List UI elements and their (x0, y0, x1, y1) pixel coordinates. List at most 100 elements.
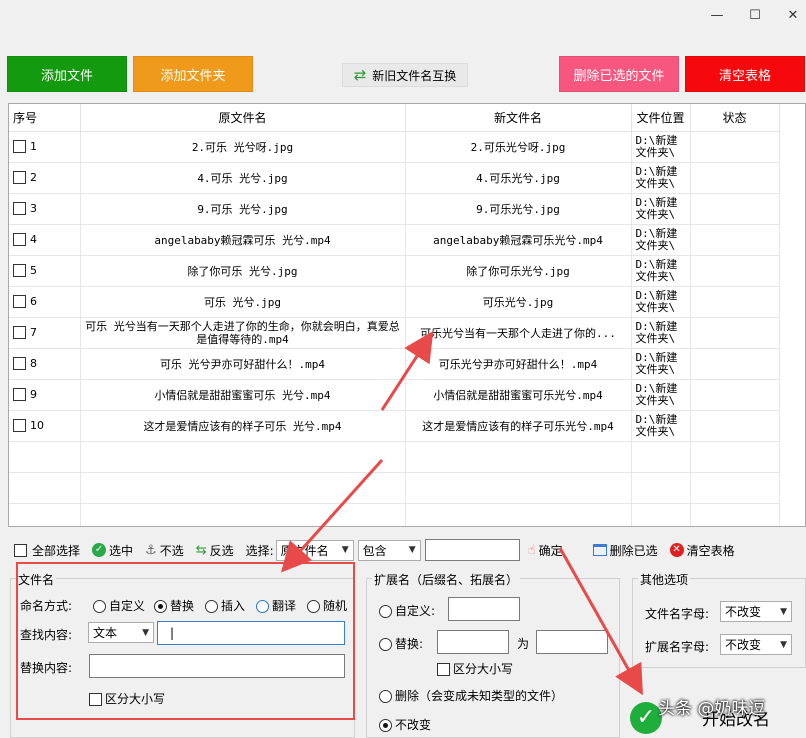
confirm-label: 确定 (538, 543, 563, 558)
header-status[interactable]: 状态 (690, 104, 780, 132)
maximize-button[interactable]: ☐ (740, 6, 770, 26)
filename-letter-case-select[interactable]: 不改变 ▼ (720, 601, 792, 622)
row-seq-cell[interactable]: 7 (9, 317, 81, 349)
select-all-checkbox[interactable]: 全部选择 (14, 542, 80, 559)
select-button[interactable]: ✓ 选中 (92, 542, 133, 559)
status-cell (690, 131, 780, 163)
ext-delete-radio[interactable]: 删除（会变成未知类型的文件） (379, 687, 563, 704)
table-row[interactable]: 2 4.可乐 光兮.jpg 4.可乐光兮.jpg D:\新建 文件夹\ (9, 162, 780, 194)
swap-names-button[interactable]: ⇄ 新旧文件名互换 (342, 63, 468, 87)
new-name-cell: 除了你可乐光兮.jpg (405, 255, 632, 287)
select-label: 选中 (109, 543, 134, 558)
new-name-cell: 小情侣就是甜甜蜜蜜可乐光兮.mp4 (405, 379, 632, 411)
radio-icon (379, 690, 392, 703)
deselect-button[interactable]: ⚓ 不选 (145, 542, 184, 559)
ext-custom-input[interactable] (448, 597, 520, 621)
location-line-1: D:\新建 (635, 195, 678, 209)
row-checkbox[interactable] (13, 326, 26, 340)
row-seq-cell[interactable]: 10 (9, 410, 81, 442)
other-options-title: 其他选项 (638, 571, 691, 588)
file-table[interactable]: 序号 原文件名 新文件名 文件位置 状态 1 2.可乐 光兮呀.jpg 2.可乐光兮… (8, 103, 806, 527)
row-seq: 2 (30, 170, 37, 184)
minimize-button[interactable]: — (702, 6, 732, 26)
row-seq: 8 (30, 356, 37, 370)
row-checkbox[interactable] (13, 419, 26, 433)
row-checkbox[interactable] (13, 171, 26, 185)
ext-letter-case-value: 不改变 (725, 638, 762, 652)
choose-label: 选择: (245, 543, 274, 558)
field-select[interactable]: 原文件名 ▼ (275, 539, 354, 561)
ext-custom-radio[interactable]: 自定义: (379, 602, 435, 619)
location-cell: D:\新建 文件夹\ (631, 193, 691, 225)
row-seq-cell[interactable]: 4 (9, 224, 81, 256)
selection-toolbar: 全部选择 ✓ 选中 ⚓ 不选 ⇆ 反选 选择: 原文件名 ▼ 包含 ▼ ☝ 确定 删… (8, 538, 735, 562)
add-folder-button[interactable]: 添加文件夹 (133, 56, 253, 92)
table-row[interactable]: 10 这才是爱情应该有的样子可乐 光兮.mp4 这才是爱情应该有的样子可乐光兮.mp… (9, 410, 780, 442)
table-row[interactable]: 5 除了你可乐 光兮.jpg 除了你可乐光兮.jpg D:\新建 文件夹\ (9, 255, 780, 287)
status-cell (690, 348, 780, 380)
header-location[interactable]: 文件位置 (631, 104, 691, 132)
delete-checked-button[interactable]: 删除已选 (592, 542, 658, 559)
table-row[interactable]: 1 2.可乐 光兮呀.jpg 2.可乐光兮呀.jpg D:\新建 文件夹\ (9, 131, 780, 163)
location-cell: D:\新建 文件夹\ (631, 162, 691, 194)
row-seq-cell[interactable]: 1 (9, 131, 81, 163)
empty-table-row (9, 472, 780, 504)
clear-table-button[interactable]: ✕ 清空表格 (669, 542, 735, 559)
row-seq: 6 (30, 294, 37, 308)
ext-case-checkbox[interactable]: 区分大小写 (437, 660, 513, 677)
delete-selected-files-button[interactable]: 删除已选的文件 (559, 56, 679, 92)
row-checkbox[interactable] (13, 264, 26, 278)
original-name-cell: 除了你可乐 光兮.jpg (80, 255, 406, 287)
row-checkbox[interactable] (13, 140, 26, 154)
ext-letter-case-select[interactable]: 不改变 ▼ (720, 634, 792, 655)
row-seq-cell[interactable]: 6 (9, 286, 81, 318)
invert-selection-button[interactable]: ⇆ 反选 (196, 542, 234, 559)
location-line-1: D:\新建 (635, 226, 678, 240)
ext-delete-label: 删除（会变成未知类型的文件） (395, 689, 564, 703)
row-checkbox[interactable] (13, 233, 26, 247)
row-checkbox[interactable] (13, 357, 26, 371)
table-row[interactable]: 6 可乐 光兮.jpg 可乐光兮.jpg D:\新建 文件夹\ (9, 286, 780, 318)
new-name-cell: 可乐光兮当有一天那个人走进了你的... (405, 317, 632, 349)
clear-table-top-button[interactable]: 清空表格 (685, 56, 805, 92)
header-new-name[interactable]: 新文件名 (405, 104, 632, 132)
status-cell (690, 317, 780, 349)
row-checkbox[interactable] (13, 202, 26, 216)
row-seq-cell[interactable]: 3 (9, 193, 81, 225)
table-row[interactable]: 3 9.可乐 光兮.jpg 9.可乐光兮.jpg D:\新建 文件夹\ (9, 193, 780, 225)
original-name-cell: 可乐 光兮尹亦可好甜什么！.mp4 (80, 348, 406, 380)
row-seq: 3 (30, 201, 37, 215)
row-checkbox[interactable] (13, 388, 26, 402)
ext-case-option-label: 扩展名字母: (645, 640, 710, 654)
new-name-cell: 4.可乐光兮.jpg (405, 162, 632, 194)
location-line-2: 文件夹\ (635, 238, 676, 252)
status-cell (690, 286, 780, 318)
header-seq[interactable]: 序号 (9, 104, 81, 132)
row-seq-cell[interactable]: 9 (9, 379, 81, 411)
row-seq-cell[interactable]: 5 (9, 255, 81, 287)
table-row[interactable]: 4 angelababy赖冠霖可乐 光兮.mp4 angelababy赖冠霖可乐光兮… (9, 224, 780, 256)
header-original-name[interactable]: 原文件名 (80, 104, 406, 132)
match-select[interactable]: 包含 ▼ (357, 539, 421, 561)
status-cell (690, 255, 780, 287)
location-line-1: D:\新建 (635, 257, 678, 271)
ext-replace-input[interactable] (536, 630, 608, 654)
close-button[interactable]: ✕ (778, 6, 806, 26)
location-line-1: D:\新建 (635, 412, 678, 426)
confirm-button[interactable]: ☝ 确定 (528, 542, 563, 559)
location-cell: D:\新建 文件夹\ (631, 224, 691, 256)
table-row[interactable]: 9 小情侣就是甜甜蜜蜜可乐 光兮.mp4 小情侣就是甜甜蜜蜜可乐光兮.mp4 D:\新… (9, 379, 780, 411)
ext-replace-radio[interactable]: 替换: (379, 635, 423, 652)
filter-input[interactable] (424, 539, 520, 561)
table-row[interactable]: 7 可乐 光兮当有一天那个人走进了你的生命，你就会明白，真爱总是值得等待的.mp4… (9, 317, 780, 349)
row-seq-cell[interactable]: 2 (9, 162, 81, 194)
table-row[interactable]: 8 可乐 光兮尹亦可好甜什么！.mp4 可乐光兮尹亦可好甜什么！.mp4 D:\新建文… (9, 348, 780, 380)
add-file-button[interactable]: 添加文件 (7, 56, 127, 92)
empty-table-row (9, 441, 780, 473)
field-select-value: 原文件名 (280, 543, 329, 558)
invert-label: 反选 (209, 543, 234, 558)
row-seq-cell[interactable]: 8 (9, 348, 81, 380)
ext-unchanged-radio[interactable]: 不改变 (379, 716, 431, 733)
row-checkbox[interactable] (13, 295, 26, 309)
ext-find-input[interactable] (437, 630, 509, 654)
